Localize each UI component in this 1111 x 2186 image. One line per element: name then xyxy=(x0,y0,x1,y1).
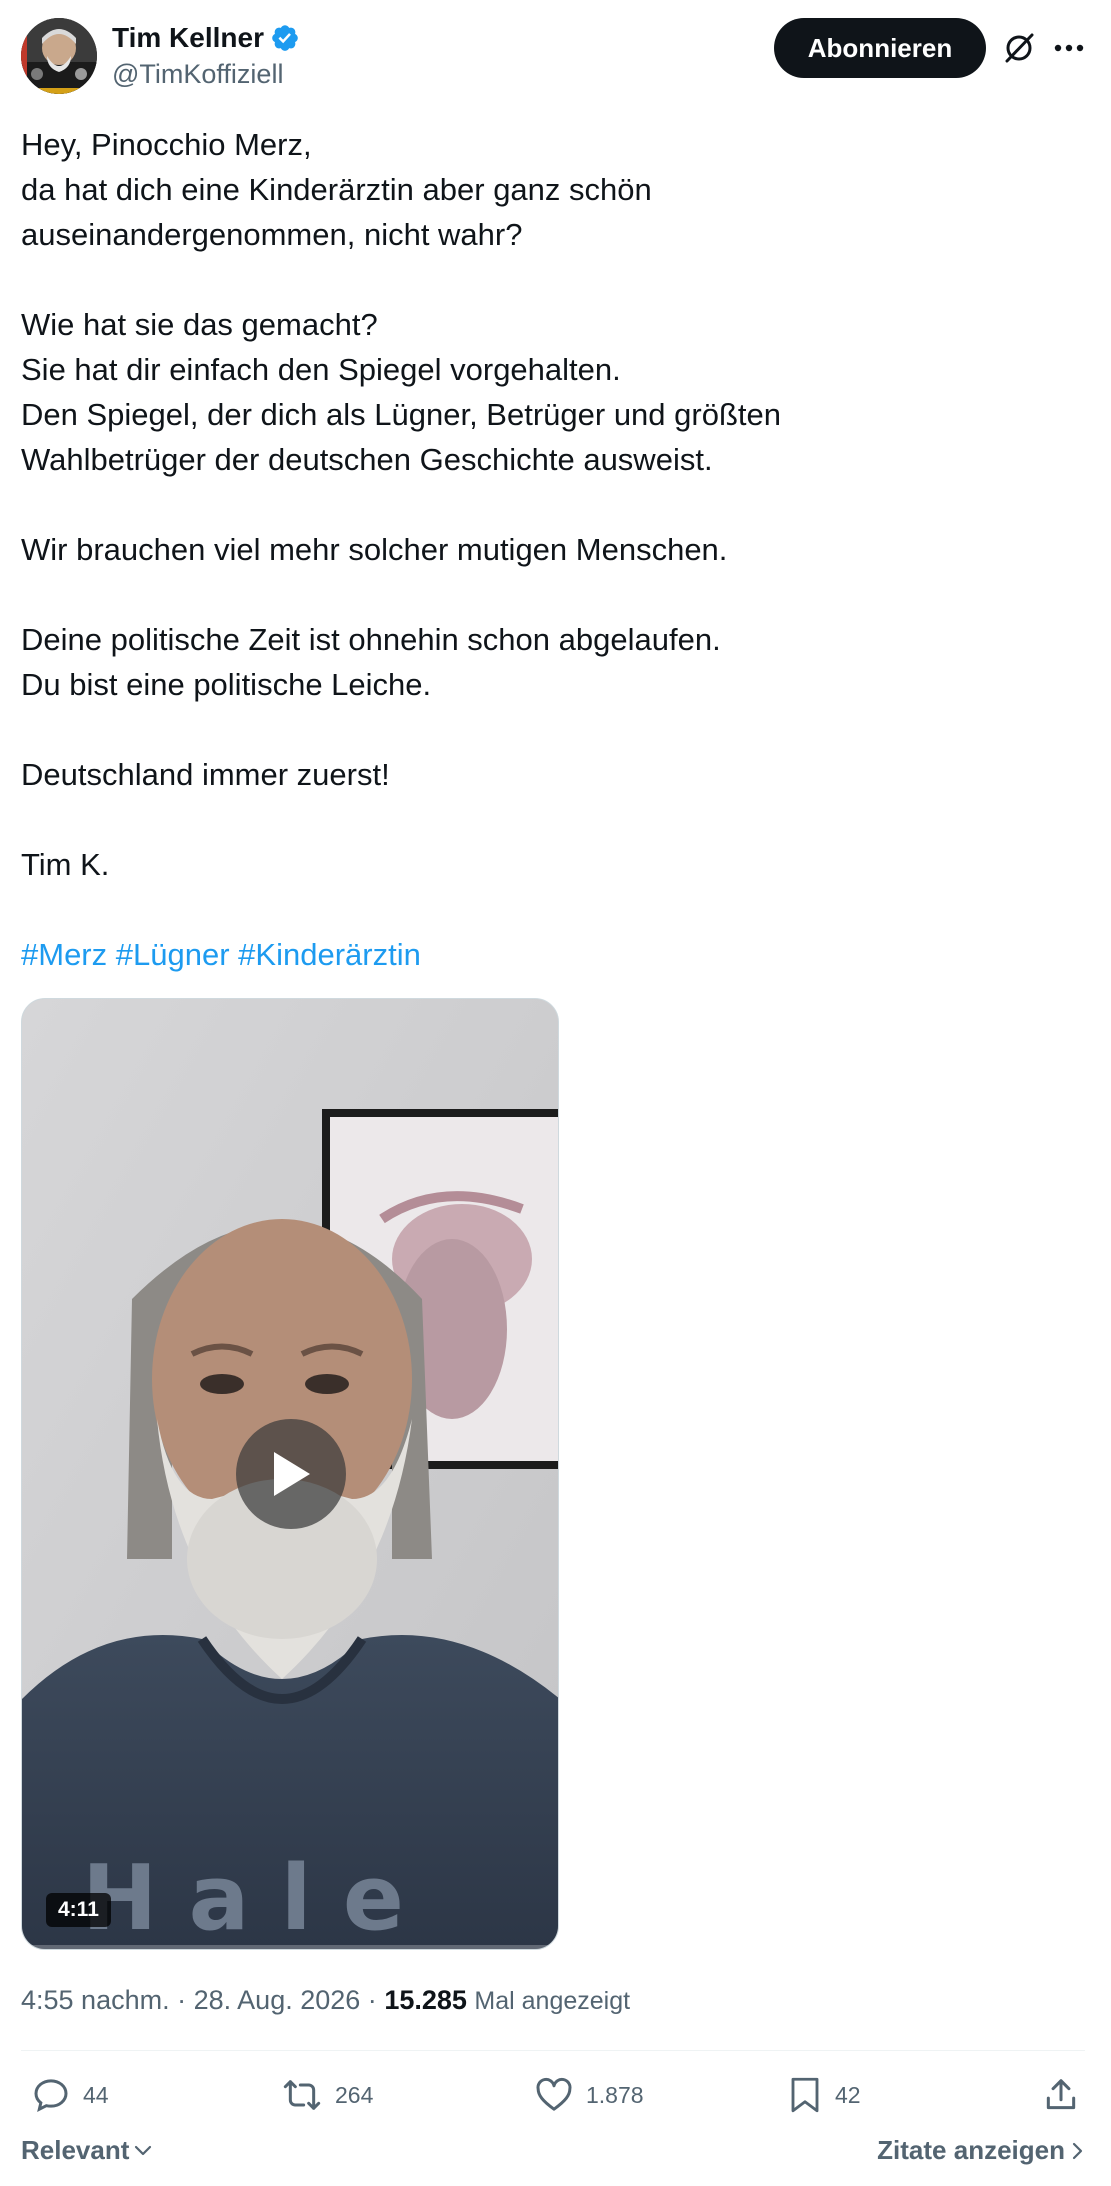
reply-icon xyxy=(34,2079,68,2112)
tweet-line: Sie hat dir einfach den Spiegel vorgehal… xyxy=(21,352,621,387)
share-button[interactable] xyxy=(1042,2070,1080,2120)
replies-footer: Relevant Zitate anzeigen xyxy=(21,2135,1085,2175)
tweet-header: Tim Kellner @TimKoffiziell Abonnieren xyxy=(21,18,1091,98)
hashtag-list: #Merz #Lügner #Kinderärztin xyxy=(21,932,1081,977)
chevron-down-icon xyxy=(135,2145,152,2155)
tweet-line: Tim K. xyxy=(21,847,110,882)
display-name-row: Tim Kellner xyxy=(112,20,300,56)
reply-button[interactable]: 44 xyxy=(31,2070,109,2120)
tweet-line: Du bist eine politische Leiche. xyxy=(21,667,432,702)
tweet-line: Wie hat sie das gemacht? xyxy=(21,307,378,342)
tweet-line: Wahlbetrüger der deutschen Geschichte au… xyxy=(21,442,713,477)
tweet-line xyxy=(21,707,1081,752)
repost-count: 264 xyxy=(335,2081,374,2108)
tweet-line xyxy=(21,572,1081,617)
tweet-text: Hey, Pinocchio Merz, da hat dich eine Ki… xyxy=(21,122,1081,977)
meta-separator: · xyxy=(367,1985,377,2015)
quotes-label: Zitate anzeigen xyxy=(877,2135,1065,2165)
meta-separator: · xyxy=(177,1985,187,2015)
avatar[interactable] xyxy=(21,18,97,94)
video-player[interactable]: H a l e 4:11 xyxy=(21,998,559,1950)
tweet-line: Wir brauchen viel mehr solcher mutigen M… xyxy=(21,532,728,567)
tweet-line xyxy=(21,257,1081,302)
author-display-name[interactable]: Tim Kellner xyxy=(112,20,264,56)
tweet-line: Den Spiegel, der dich als Lügner, Betrüg… xyxy=(21,397,781,432)
play-button[interactable] xyxy=(236,1419,346,1529)
tweet-line xyxy=(21,797,1081,842)
video-duration: 4:11 xyxy=(46,1893,111,1927)
tweet-line xyxy=(21,887,1081,932)
tweet-line: Deutschland immer zuerst! xyxy=(21,757,390,792)
author-handle[interactable]: @TimKoffiziell xyxy=(112,56,300,92)
tweet-line: da hat dich eine Kinderärztin aber ganz … xyxy=(21,172,652,207)
repost-button[interactable]: 264 xyxy=(281,2070,373,2120)
subscribe-button[interactable]: Abonnieren xyxy=(774,18,986,78)
verified-badge-icon[interactable] xyxy=(270,23,300,53)
grok-icon xyxy=(1005,33,1034,63)
share-icon xyxy=(1046,2079,1076,2110)
tweet-line: Deine politische Zeit ist ohnehin schon … xyxy=(21,622,721,657)
more-dots-icon xyxy=(1054,44,1084,52)
tweet-meta: 4:55 nachm. · 28. Aug. 2026 · 15.285 Mal… xyxy=(21,1980,630,2021)
chevron-right-icon xyxy=(1072,2142,1083,2159)
tweet-time[interactable]: 4:55 nachm. xyxy=(21,1985,170,2015)
play-icon xyxy=(274,1452,310,1496)
more-options-button[interactable] xyxy=(1049,28,1089,68)
svg-text:H a l e: H a l e xyxy=(82,1846,404,1950)
hashtag-link[interactable]: #Kinderärztin xyxy=(238,937,421,972)
action-bar: 44 264 1.878 42 xyxy=(21,2070,1085,2120)
tweet-line xyxy=(21,482,1081,527)
views-count: 15.285 xyxy=(384,1985,467,2015)
views-label: Mal angezeigt xyxy=(474,1987,631,2015)
bookmark-button[interactable]: 42 xyxy=(787,2070,861,2120)
sort-dropdown[interactable]: Relevant xyxy=(21,2135,153,2166)
tweet-line: auseinandergenommen, nicht wahr? xyxy=(21,217,523,252)
author-names: Tim Kellner @TimKoffiziell xyxy=(112,20,300,92)
view-quotes-link[interactable]: Zitate anzeigen xyxy=(877,2135,1085,2166)
divider xyxy=(21,2050,1085,2051)
like-count: 1.878 xyxy=(586,2081,644,2108)
video-progress-bar[interactable] xyxy=(22,1945,558,1949)
hashtag-link[interactable]: #Lügner xyxy=(116,937,230,972)
heart-icon xyxy=(536,2077,572,2111)
reply-count: 44 xyxy=(83,2081,109,2108)
avatar-image xyxy=(21,18,97,94)
hashtag-link[interactable]: #Merz xyxy=(21,937,107,972)
grok-button[interactable] xyxy=(999,28,1039,68)
bookmark-count: 42 xyxy=(835,2081,861,2108)
bookmark-icon xyxy=(791,2077,819,2113)
repost-icon xyxy=(283,2080,321,2110)
like-button[interactable]: 1.878 xyxy=(534,2070,644,2120)
sort-label: Relevant xyxy=(21,2135,130,2165)
tweet-line: Hey, Pinocchio Merz, xyxy=(21,127,312,162)
tweet-date[interactable]: 28. Aug. 2026 xyxy=(194,1985,361,2015)
